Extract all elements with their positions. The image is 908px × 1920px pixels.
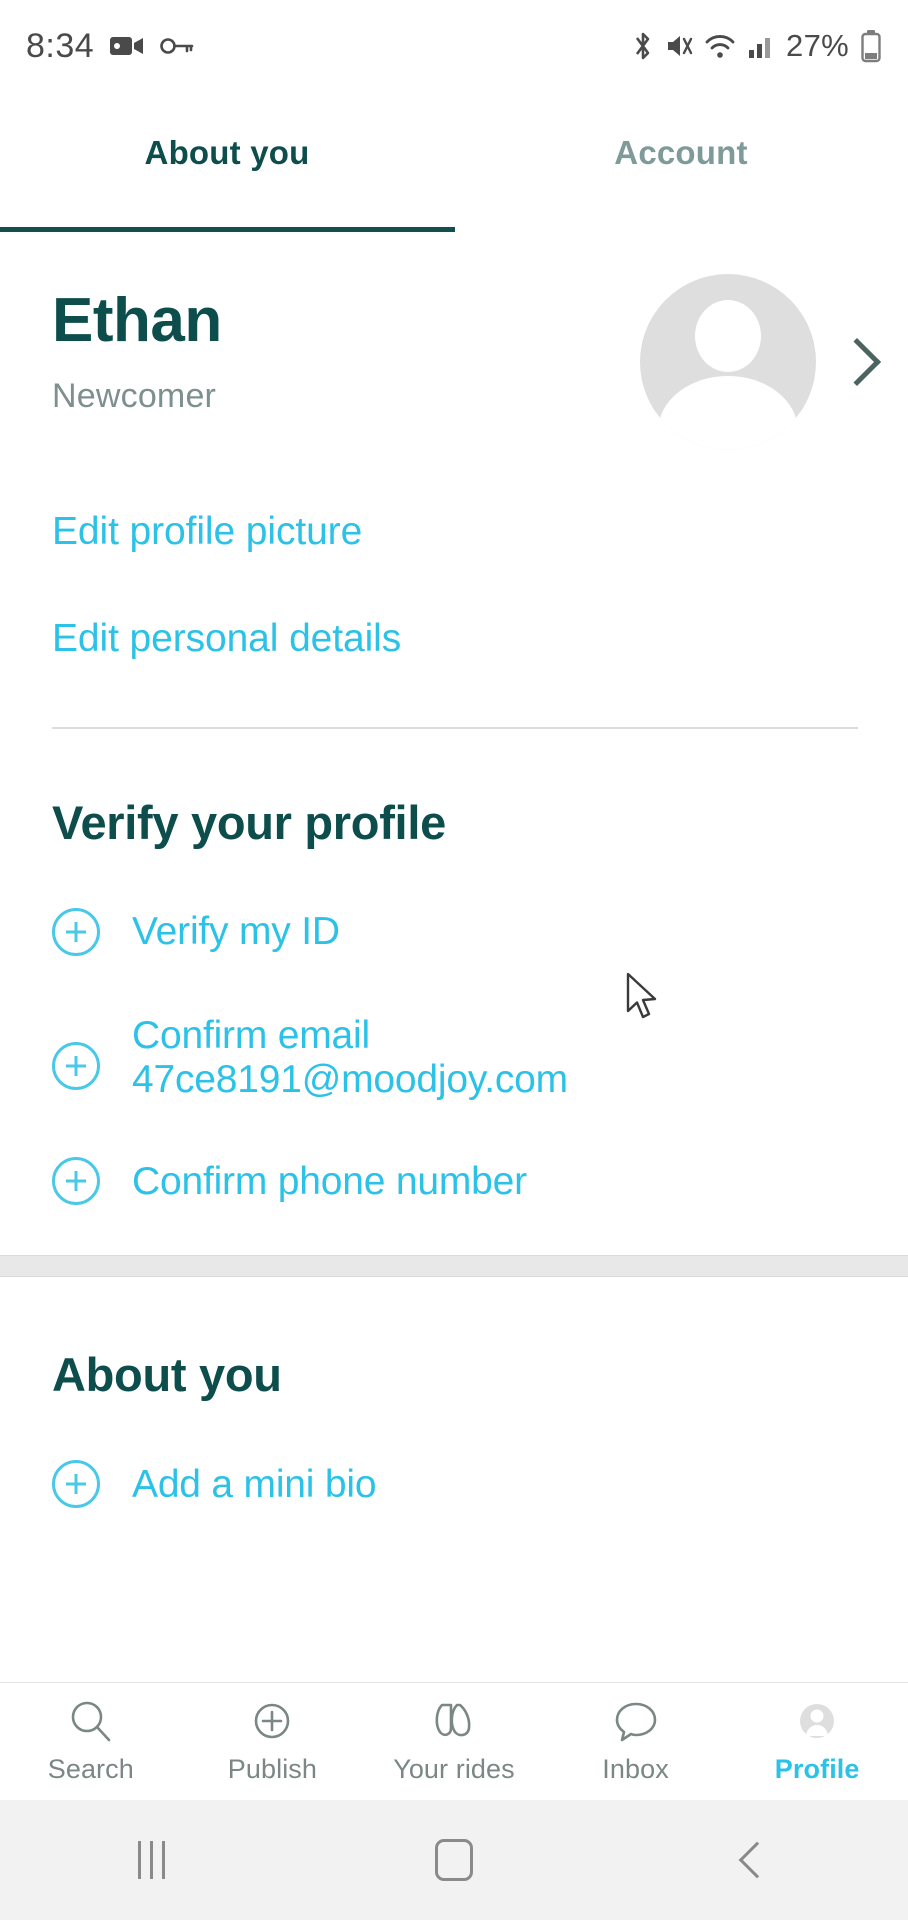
tab-account-label: Account	[614, 134, 748, 171]
battery-icon	[860, 29, 882, 63]
chat-bubble-icon	[612, 1699, 660, 1745]
video-record-icon	[110, 34, 144, 58]
nav-label-profile: Profile	[774, 1753, 860, 1784]
person-icon	[794, 1699, 840, 1745]
verify-section-title: Verify your profile	[52, 796, 446, 849]
plus-circle-icon	[52, 1042, 100, 1090]
tab-about-you-label: About you	[144, 134, 310, 171]
confirm-phone-row[interactable]: Confirm phone number	[0, 1157, 908, 1206]
recents-button[interactable]	[0, 1841, 303, 1879]
back-icon	[738, 1841, 776, 1879]
status-bar-left: 8:34	[26, 27, 194, 66]
nav-item-your-rides[interactable]: Your rides	[363, 1699, 545, 1785]
nav-item-inbox[interactable]: Inbox	[545, 1699, 727, 1785]
tab-about-you[interactable]: About you	[0, 92, 454, 232]
home-button[interactable]	[303, 1839, 606, 1881]
profile-name-block: Ethan Newcomer	[52, 270, 640, 416]
confirm-phone-label: Confirm phone number	[132, 1159, 527, 1203]
section-divider	[52, 727, 858, 729]
edit-profile-picture-link[interactable]: Edit profile picture	[0, 510, 908, 554]
nav-item-profile[interactable]: Profile	[726, 1699, 908, 1785]
nav-label-publish: Publish	[227, 1753, 318, 1784]
plus-circle-icon	[52, 908, 100, 956]
profile-status: Newcomer	[52, 377, 217, 416]
tab-bar: About you Account	[0, 92, 908, 232]
section-separator-band	[0, 1255, 908, 1278]
system-navigation-bar	[0, 1800, 908, 1920]
verify-my-id-label: Verify my ID	[132, 910, 340, 954]
tab-account[interactable]: Account	[454, 92, 908, 232]
status-bar-right: 27%	[632, 28, 882, 64]
bottom-navigation: Search Publish Your rides Inbox Profile	[0, 1682, 908, 1800]
profile-name: Ethan	[52, 286, 222, 355]
add-mini-bio-row[interactable]: Add a mini bio	[0, 1460, 908, 1509]
back-button[interactable]	[605, 1841, 908, 1879]
avatar[interactable]	[640, 274, 816, 450]
verify-my-id-row[interactable]: Verify my ID	[0, 908, 908, 956]
about-section-title: About you	[52, 1348, 282, 1402]
rides-icon	[429, 1699, 479, 1745]
wifi-icon	[704, 31, 736, 61]
person-placeholder-body	[658, 376, 798, 450]
nav-label-inbox: Inbox	[602, 1753, 669, 1784]
confirm-email-label: Confirm email 47ce8191@moodjoy.com	[132, 1014, 568, 1101]
bluetooth-icon	[632, 30, 654, 62]
plus-circle-icon	[249, 1699, 295, 1745]
recents-icon	[137, 1841, 165, 1879]
battery-percent-label: 27%	[786, 28, 849, 63]
person-placeholder-icon	[695, 300, 761, 372]
profile-header[interactable]: Ethan Newcomer	[0, 232, 908, 450]
avatar-area[interactable]	[640, 270, 882, 450]
edit-personal-details-link[interactable]: Edit personal details	[0, 617, 908, 661]
nav-label-your-rides: Your rides	[393, 1753, 515, 1784]
cellular-signal-icon	[747, 32, 775, 60]
plus-circle-icon	[52, 1460, 100, 1509]
plus-circle-icon	[52, 1157, 100, 1206]
mute-icon	[665, 31, 693, 61]
status-bar: 8:34 27%	[0, 0, 908, 92]
nav-label-search: Search	[47, 1753, 134, 1784]
home-icon	[435, 1839, 473, 1881]
chevron-right-icon[interactable]	[832, 337, 882, 387]
key-icon	[160, 35, 194, 57]
nav-item-search[interactable]: Search	[0, 1699, 182, 1785]
add-mini-bio-label: Add a mini bio	[132, 1462, 377, 1506]
nav-item-publish[interactable]: Publish	[182, 1699, 364, 1785]
status-time: 8:34	[26, 26, 95, 65]
confirm-email-row[interactable]: Confirm email 47ce8191@moodjoy.com	[0, 1014, 908, 1101]
search-icon	[68, 1699, 114, 1745]
